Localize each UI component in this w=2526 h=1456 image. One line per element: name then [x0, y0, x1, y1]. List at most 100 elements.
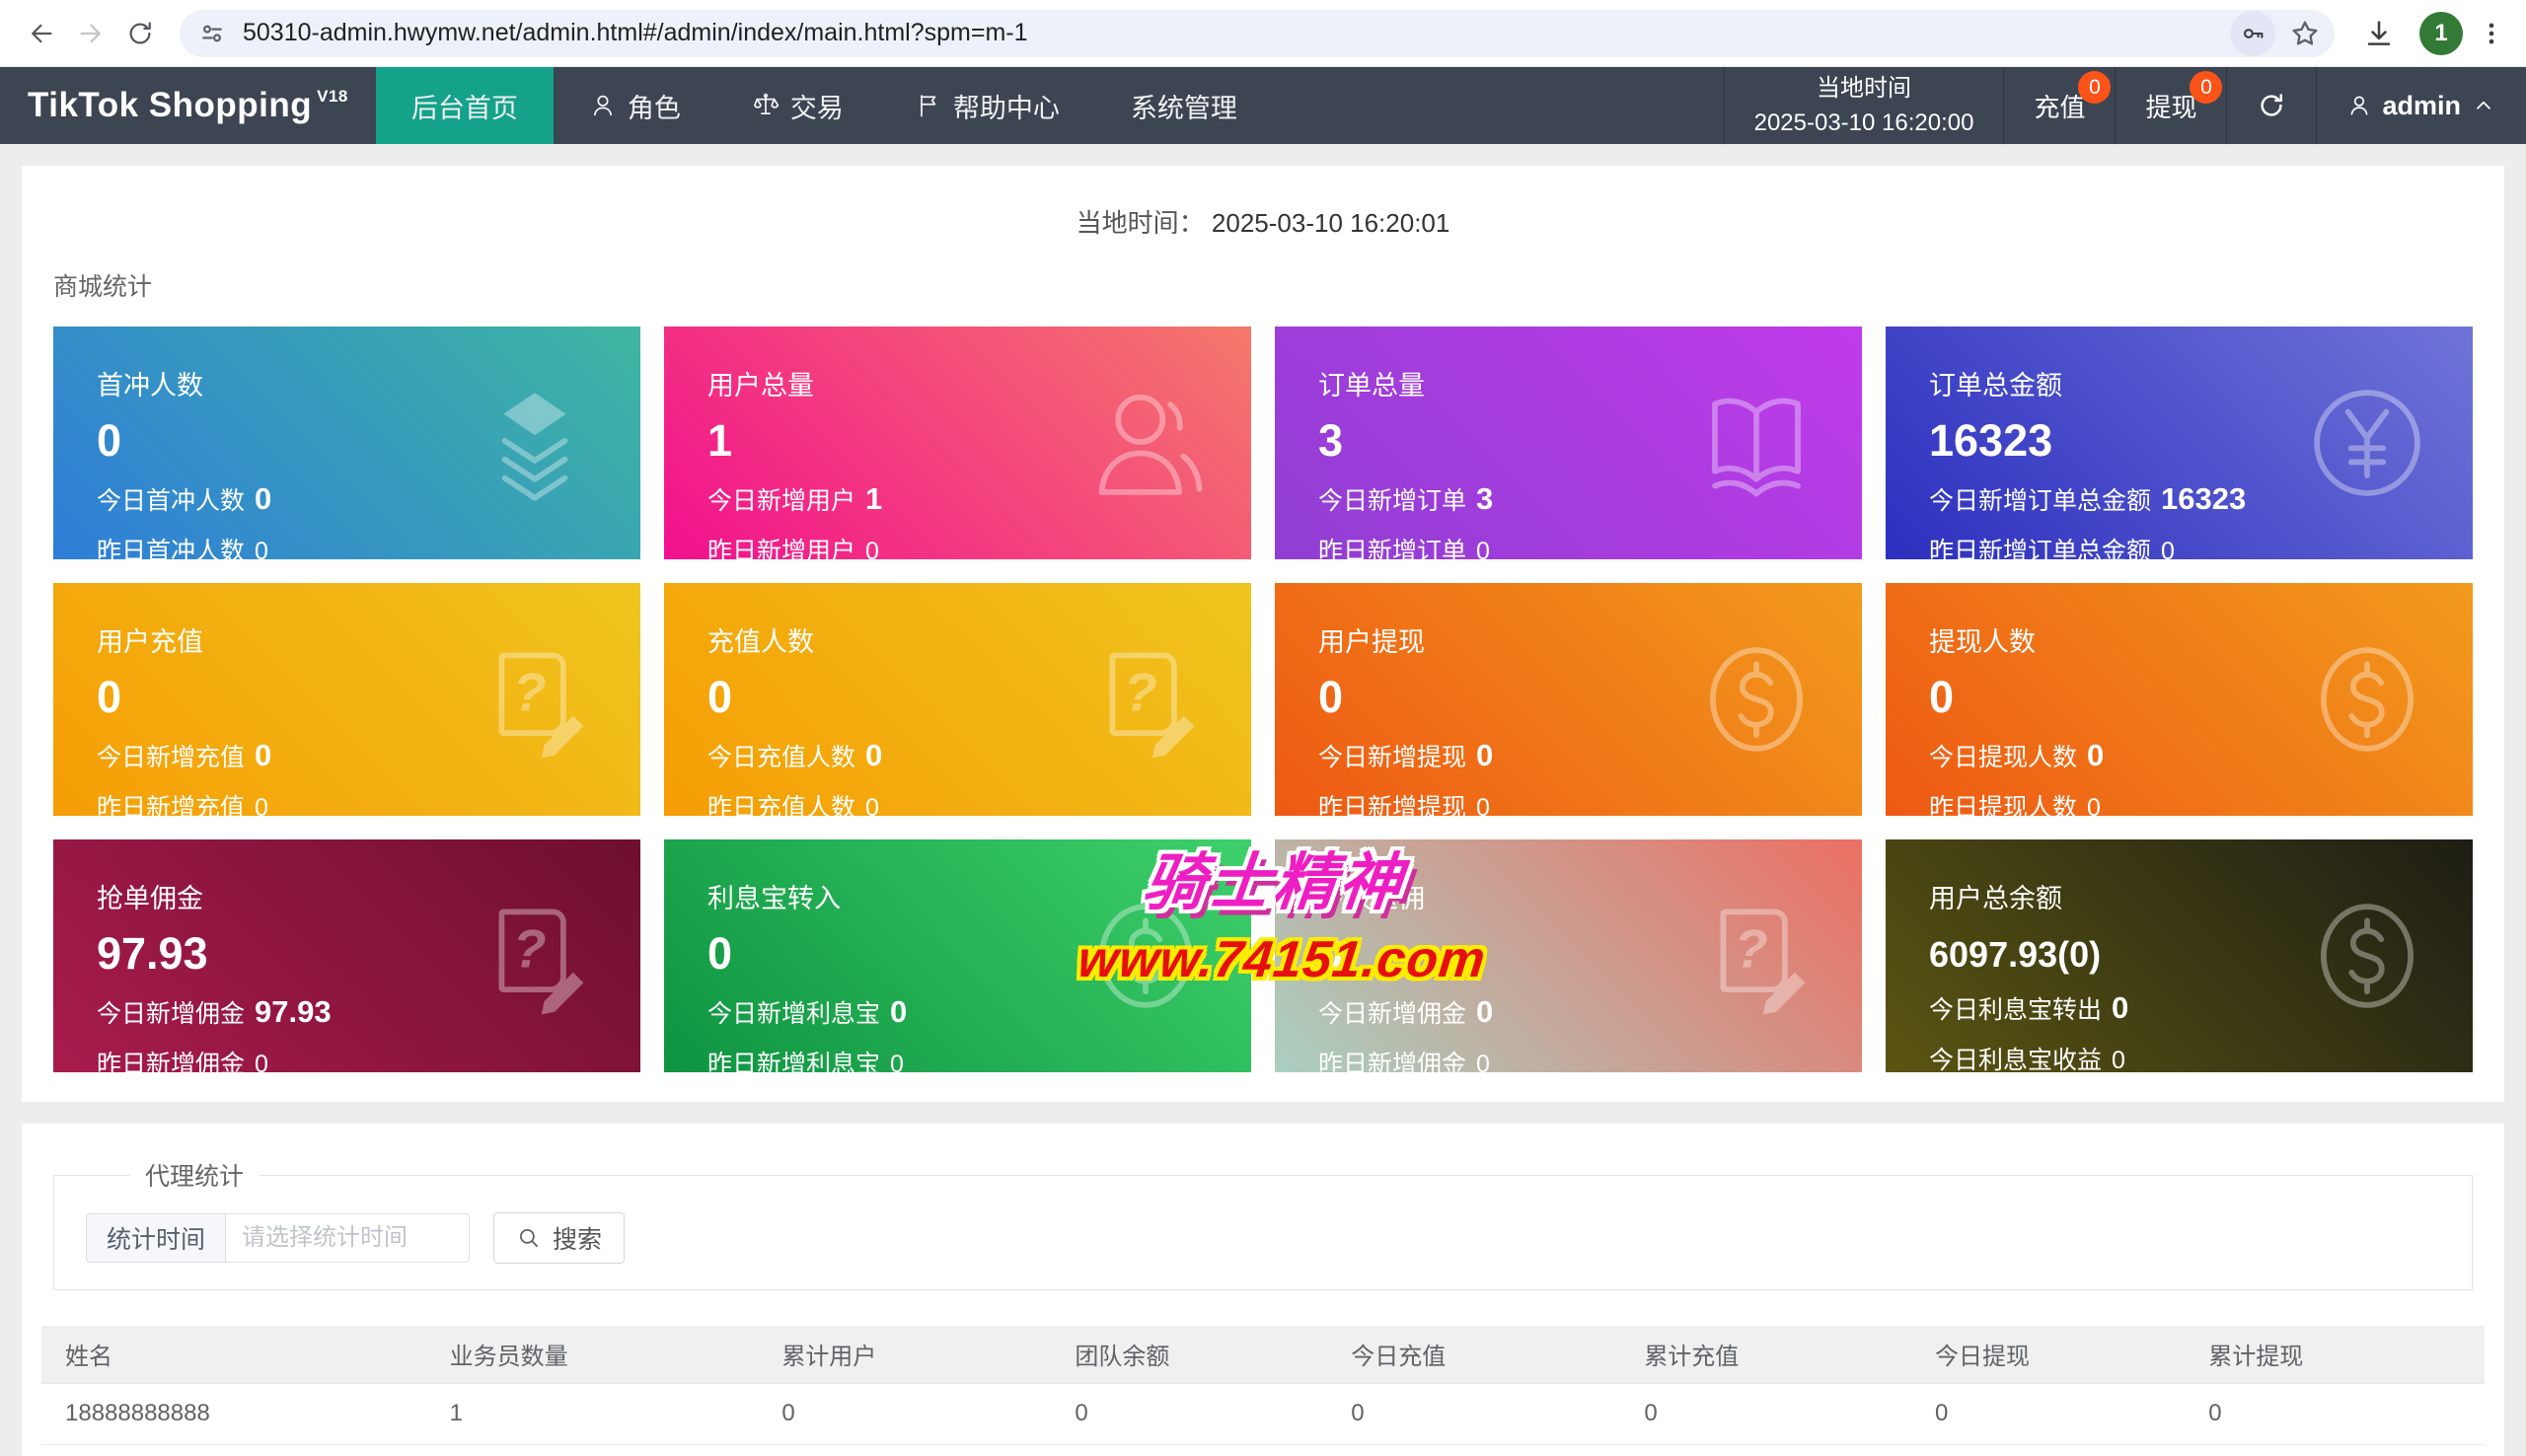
admin-username: admin — [2382, 91, 2461, 121]
card-today-label: 今日新增用户 — [707, 481, 855, 517]
nav-item-3[interactable]: 交易 — [716, 67, 879, 144]
card-today-label: 今日新增利息宝 — [707, 994, 880, 1030]
card-yesterday-line: 昨日新增订单总金额 0 — [1929, 532, 2429, 559]
card-today-value: 0 — [865, 738, 882, 773]
app-navbar: TikTok Shopping V18 后台首页 角色交易 帮助中心系统管理 当地时… — [0, 67, 2526, 144]
nav-item-label: 帮助中心 — [953, 87, 1060, 125]
bookmark-star-icon[interactable] — [2289, 18, 2321, 49]
stat-cards-grid: 首冲人数 0 今日首冲人数 0 昨日首冲人数 0 用户总量 1 今日新增用户 1… — [53, 327, 2473, 1072]
card-yesterday-label: 昨日新增佣金 — [97, 1045, 245, 1072]
table-header-cell: 累计充值 — [1634, 1326, 1925, 1383]
card-yesterday-line: 昨日首冲人数 0 — [97, 532, 597, 559]
card-yesterday-label: 昨日新增充值 — [97, 788, 245, 816]
refresh-icon — [2257, 91, 2286, 120]
table-header-cell: 累计用户 — [772, 1326, 1065, 1383]
site-settings-icon — [197, 19, 227, 48]
flag-icon — [915, 92, 942, 119]
table-header-cell: 姓名 — [41, 1326, 440, 1383]
card-yesterday-value: 0 — [890, 1051, 904, 1072]
browser-menu-icon[interactable] — [2477, 19, 2506, 48]
stat-card: 订单总量 3 今日新增订单 3 昨日新增订单 0 — [1275, 327, 1862, 559]
card-yesterday-line: 昨日新增订单 0 — [1318, 532, 1819, 559]
table-cell: 0 — [2198, 1383, 2485, 1444]
nav-item-label: 角色 — [628, 87, 681, 125]
doc-icon: ? — [1083, 637, 1208, 762]
card-today-label: 今日利息宝转出 — [1929, 990, 2102, 1026]
card-yesterday-line: 今日利息宝收益 0 — [1929, 1041, 2429, 1072]
table-cell: 18888888888 — [41, 1383, 440, 1444]
admin-user-menu[interactable]: admin — [2316, 67, 2526, 144]
stat-card: 利息宝转入 0 今日新增利息宝 0 昨日新增利息宝 0 — [664, 839, 1251, 1072]
card-today-value: 3 — [1476, 481, 1493, 517]
svg-text:?: ? — [513, 662, 547, 723]
card-yesterday-label: 昨日新增利息宝 — [707, 1045, 880, 1072]
search-button-label: 搜索 — [553, 1220, 602, 1256]
nav-item-label: 后台首页 — [411, 87, 518, 125]
stat-card: 用户总余额 6097.93(0) 今日利息宝转出 0 今日利息宝收益 0 — [1886, 839, 2473, 1072]
url-text[interactable]: 50310-admin.hwymw.net/admin.html#/admin/… — [243, 19, 2230, 47]
table-header-cell: 累计提现 — [2198, 1326, 2485, 1383]
stat-card: 用户总量 1 今日新增用户 1 昨日新增用户 0 — [664, 327, 1251, 559]
withdraw-button[interactable]: 提现 0 — [2115, 67, 2226, 144]
brand-logo: TikTok Shopping V18 — [0, 67, 376, 144]
password-key-icon[interactable] — [2230, 11, 2275, 56]
nav-item-2[interactable]: 角色 — [554, 67, 716, 144]
svg-text:?: ? — [1124, 662, 1157, 723]
browser-profile-avatar[interactable]: 1 — [2419, 12, 2463, 55]
download-icon[interactable] — [2362, 17, 2396, 50]
nav-item-1[interactable]: 后台首页 — [376, 67, 554, 144]
card-yesterday-line: 昨日新增用户 0 — [707, 532, 1208, 559]
back-icon[interactable] — [20, 12, 63, 55]
card-yesterday-line: 昨日新增佣金 0 — [1318, 1045, 1819, 1072]
stat-card: 抢单佣金 97.93 今日新增佣金 97.93 昨日新增佣金 0 ? — [53, 839, 640, 1072]
search-button[interactable]: 搜索 — [493, 1212, 625, 1264]
stat-time-input-group: 统计时间 — [86, 1213, 470, 1263]
user-icon — [2346, 93, 2372, 118]
reload-icon[interactable] — [118, 12, 162, 55]
card-today-label: 今日充值人数 — [707, 738, 855, 773]
card-yesterday-line: 昨日新增利息宝 0 — [707, 1045, 1208, 1072]
stat-card: 用户充值 0 今日新增充值 0 昨日新增充值 0 ? — [53, 583, 640, 816]
table-row: 188888888881000000 — [41, 1383, 2485, 1444]
card-yesterday-line: 昨日充值人数 0 — [707, 788, 1208, 816]
agent-stats-fieldset: 代理统计 统计时间 搜索 — [53, 1157, 2473, 1290]
card-today-value: 0 — [2087, 738, 2104, 773]
card-yesterday-line: 昨日提现人数 0 — [1929, 788, 2429, 816]
stat-time-input[interactable] — [225, 1213, 470, 1263]
card-yesterday-value: 0 — [1476, 794, 1490, 816]
table-body: 188888888881000000 — [41, 1383, 2485, 1444]
local-time-value: 2025-03-10 16:20:00 — [1754, 106, 1974, 140]
recharge-badge: 0 — [2078, 71, 2111, 104]
card-today-label: 今日提现人数 — [1929, 738, 2077, 773]
nav-item-4[interactable]: 帮助中心 — [879, 67, 1095, 144]
recharge-button[interactable]: 充值 0 — [2003, 67, 2115, 144]
address-bar[interactable]: 50310-admin.hwymw.net/admin.html#/admin/… — [180, 10, 2335, 57]
table-header-row: 姓名业务员数量累计用户团队余额今日充值累计充值今日提现累计提现 — [41, 1326, 2485, 1383]
refresh-button[interactable] — [2226, 67, 2316, 144]
brand-version: V18 — [317, 87, 348, 107]
card-yesterday-value: 0 — [865, 538, 879, 559]
stat-time-label: 统计时间 — [86, 1213, 225, 1263]
card-yesterday-label: 今日利息宝收益 — [1929, 1041, 2102, 1072]
agent-search-row: 统计时间 搜索 — [86, 1212, 2472, 1264]
browser-toolbar: 50310-admin.hwymw.net/admin.html#/admin/… — [0, 0, 2526, 67]
navbar-right: 当地时间 2025-03-10 16:20:00 充值 0 提现 0 admin — [1724, 67, 2526, 144]
table-header-cell: 今日提现 — [1925, 1326, 2198, 1383]
card-yesterday-label: 昨日提现人数 — [1929, 788, 2077, 816]
card-yesterday-value: 0 — [255, 1051, 268, 1072]
dollar-icon — [1694, 637, 1819, 762]
card-today-value: 0 — [255, 738, 271, 773]
card-yesterday-label: 昨日新增提现 — [1318, 788, 1466, 816]
card-yesterday-value: 0 — [255, 794, 268, 816]
card-today-label: 今日新增订单总金额 — [1929, 481, 2151, 517]
card-yesterday-label: 昨日新增佣金 — [1318, 1045, 1466, 1072]
card-today-value: 0 — [890, 994, 907, 1030]
nav-item-5[interactable]: 系统管理 — [1095, 67, 1273, 144]
person-icon — [1083, 381, 1208, 505]
table-header-cell: 今日充值 — [1341, 1326, 1634, 1383]
forward-icon[interactable] — [69, 12, 112, 55]
search-icon — [516, 1225, 542, 1251]
table-cell: 0 — [1341, 1383, 1634, 1444]
stat-card: 提现人数 0 今日提现人数 0 昨日提现人数 0 — [1886, 583, 2473, 816]
user-icon — [589, 92, 617, 119]
